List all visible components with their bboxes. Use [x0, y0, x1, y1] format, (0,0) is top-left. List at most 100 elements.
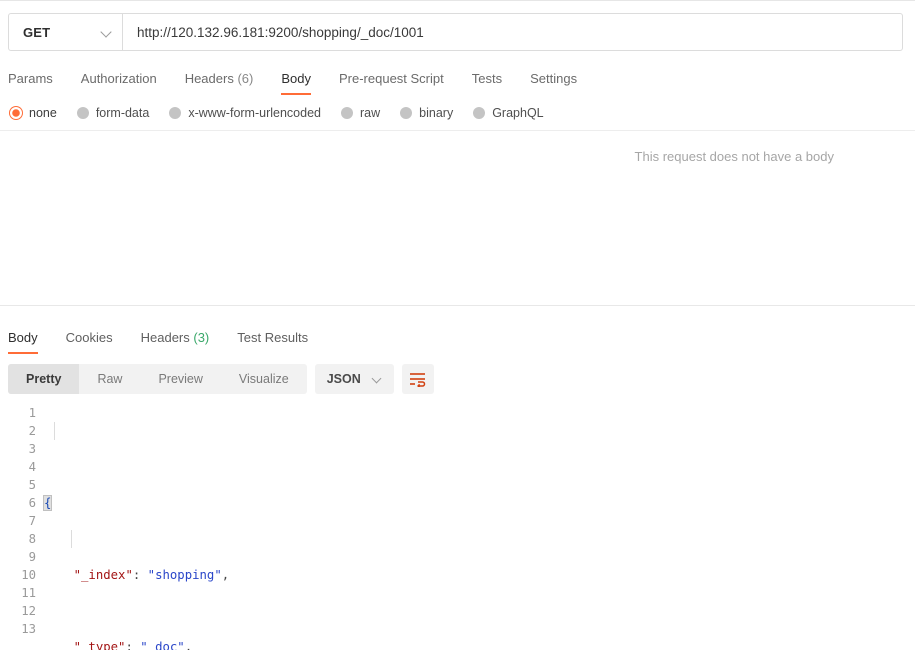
url-bar: GET http://120.132.96.181:9200/shopping/…	[8, 13, 903, 51]
response-tab-headers-count: (3)	[193, 330, 210, 345]
empty-body-message: This request does not have a body	[634, 149, 834, 164]
tab-pre-request-script[interactable]: Pre-request Script	[325, 71, 458, 95]
line-number: 1	[28, 406, 36, 420]
tab-authorization[interactable]: Authorization	[67, 71, 171, 95]
body-type-urlencoded[interactable]: x-www-form-urlencoded	[169, 106, 321, 120]
line-number: 10	[21, 568, 36, 582]
wrap-lines-button[interactable]	[401, 364, 434, 394]
line-number: 9	[28, 550, 36, 564]
body-type-binary[interactable]: binary	[400, 106, 453, 120]
response-tab-body[interactable]: Body	[8, 330, 52, 354]
response-format-toolbar: Pretty Raw Preview Visualize JSON	[8, 364, 915, 394]
tab-authorization-label: Authorization	[80, 71, 157, 86]
tab-tests[interactable]: Tests	[458, 71, 516, 95]
response-tab-headers-label: Headers	[140, 330, 190, 345]
tab-tests-label: Tests	[471, 71, 503, 86]
response-tab-test-results[interactable]: Test Results	[223, 330, 322, 354]
json-key: "_type"	[73, 640, 126, 650]
tab-headers[interactable]: Headers (6)	[171, 71, 268, 95]
body-type-none[interactable]: none	[10, 106, 57, 120]
line-number: 5	[28, 478, 36, 492]
radio-unselected-icon	[341, 107, 353, 119]
tab-settings-label: Settings	[530, 71, 578, 86]
line-number: 8	[28, 532, 36, 546]
format-mode-preview[interactable]: Preview	[140, 364, 220, 394]
indent-guide	[71, 530, 72, 548]
radio-unselected-icon	[473, 107, 486, 119]
chevron-down-icon	[373, 375, 382, 384]
response-tab-test-results-label: Test Results	[237, 330, 309, 345]
line-number: 12	[21, 604, 36, 618]
wrap-lines-icon	[410, 372, 426, 387]
response-body-code-viewer[interactable]: 1 2 3 4 5 6 7 8 9 10 11 12 13 { "_index"…	[0, 404, 915, 650]
body-type-none-label: none	[29, 106, 57, 120]
format-mode-preview-label: Preview	[158, 372, 203, 386]
response-language-label: JSON	[326, 372, 361, 386]
code-line-numbers: 1 2 3 4 5 6 7 8 9 10 11 12 13	[0, 404, 44, 650]
code-line: {	[42, 494, 915, 512]
open-brace-root: {	[42, 495, 53, 511]
radio-unselected-icon	[76, 107, 89, 119]
json-punct: :	[125, 640, 141, 650]
body-type-raw[interactable]: raw	[341, 106, 380, 120]
tab-params-label: Params	[8, 71, 53, 86]
body-type-form-data-label: form-data	[95, 106, 150, 120]
code-content[interactable]: { "_index": "shopping", "_type": "_doc",…	[42, 404, 915, 650]
tab-body-label: Body	[281, 71, 311, 86]
tab-headers-count: (6)	[237, 71, 254, 86]
code-line: "_index": "shopping",	[44, 566, 915, 584]
body-type-form-data[interactable]: form-data	[76, 106, 150, 120]
body-type-binary-label: binary	[419, 106, 454, 120]
response-pane: Body Cookies Headers (3) Test Results Pr…	[0, 320, 915, 650]
code-line: "_type": "_doc",	[44, 638, 915, 650]
json-comma: ,	[184, 640, 193, 650]
radio-unselected-icon	[400, 107, 413, 119]
indent-guide	[54, 422, 55, 440]
response-tab-body-label: Body	[8, 330, 38, 345]
format-mode-raw[interactable]: Raw	[79, 364, 140, 394]
body-type-radio-group: none form-data x-www-form-urlencoded raw…	[10, 106, 915, 120]
line-number: 7	[28, 514, 36, 528]
response-tab-cookies[interactable]: Cookies	[52, 330, 127, 354]
tab-params[interactable]: Params	[8, 71, 67, 95]
body-type-graphql[interactable]: GraphQL	[473, 106, 544, 120]
tab-body[interactable]: Body	[267, 71, 325, 95]
json-comma: ,	[221, 568, 230, 582]
line-number: 11	[21, 586, 36, 600]
line-number: 3	[28, 442, 36, 456]
line-number: 13	[21, 622, 36, 636]
response-tab-headers[interactable]: Headers (3)	[127, 330, 224, 354]
tab-pre-request-script-label: Pre-request Script	[338, 71, 444, 86]
line-number: 6	[28, 496, 36, 510]
response-tab-cookies-label: Cookies	[65, 330, 113, 345]
response-language-select[interactable]: JSON	[314, 364, 394, 394]
request-tabs: Params Authorization Headers (6) Body Pr…	[8, 61, 915, 95]
json-value-text: shopping	[155, 568, 215, 582]
response-tabs: Body Cookies Headers (3) Test Results	[8, 320, 915, 354]
format-mode-visualize-label: Visualize	[238, 372, 289, 386]
line-number: 4	[28, 460, 36, 474]
pane-divider[interactable]	[0, 305, 915, 306]
format-mode-pretty[interactable]: Pretty	[8, 364, 80, 394]
radio-unselected-icon	[169, 107, 182, 119]
request-url-input[interactable]: http://120.132.96.181:9200/shopping/_doc…	[123, 14, 902, 50]
radio-selected-icon	[10, 107, 22, 119]
tab-headers-label: Headers	[184, 71, 234, 86]
request-body-empty-area: This request does not have a body	[0, 130, 915, 305]
http-method-label: GET	[23, 24, 51, 40]
json-punct: :	[132, 568, 148, 582]
format-mode-visualize[interactable]: Visualize	[221, 364, 307, 394]
format-mode-segmented-control: Pretty Raw Preview Visualize	[8, 364, 307, 394]
postman-request-response-pane: GET http://120.132.96.181:9200/shopping/…	[0, 0, 915, 650]
body-type-raw-label: raw	[360, 106, 381, 120]
line-number: 2	[28, 424, 36, 438]
json-value-text: _doc	[147, 640, 178, 650]
body-type-graphql-label: GraphQL	[492, 106, 544, 120]
http-method-select[interactable]: GET	[9, 14, 123, 50]
format-mode-pretty-label: Pretty	[26, 372, 62, 386]
tab-settings[interactable]: Settings	[516, 71, 591, 95]
json-value: "shopping"	[147, 568, 222, 582]
format-mode-raw-label: Raw	[97, 372, 123, 386]
chevron-down-icon	[102, 27, 112, 37]
json-key: "_index"	[73, 568, 133, 582]
